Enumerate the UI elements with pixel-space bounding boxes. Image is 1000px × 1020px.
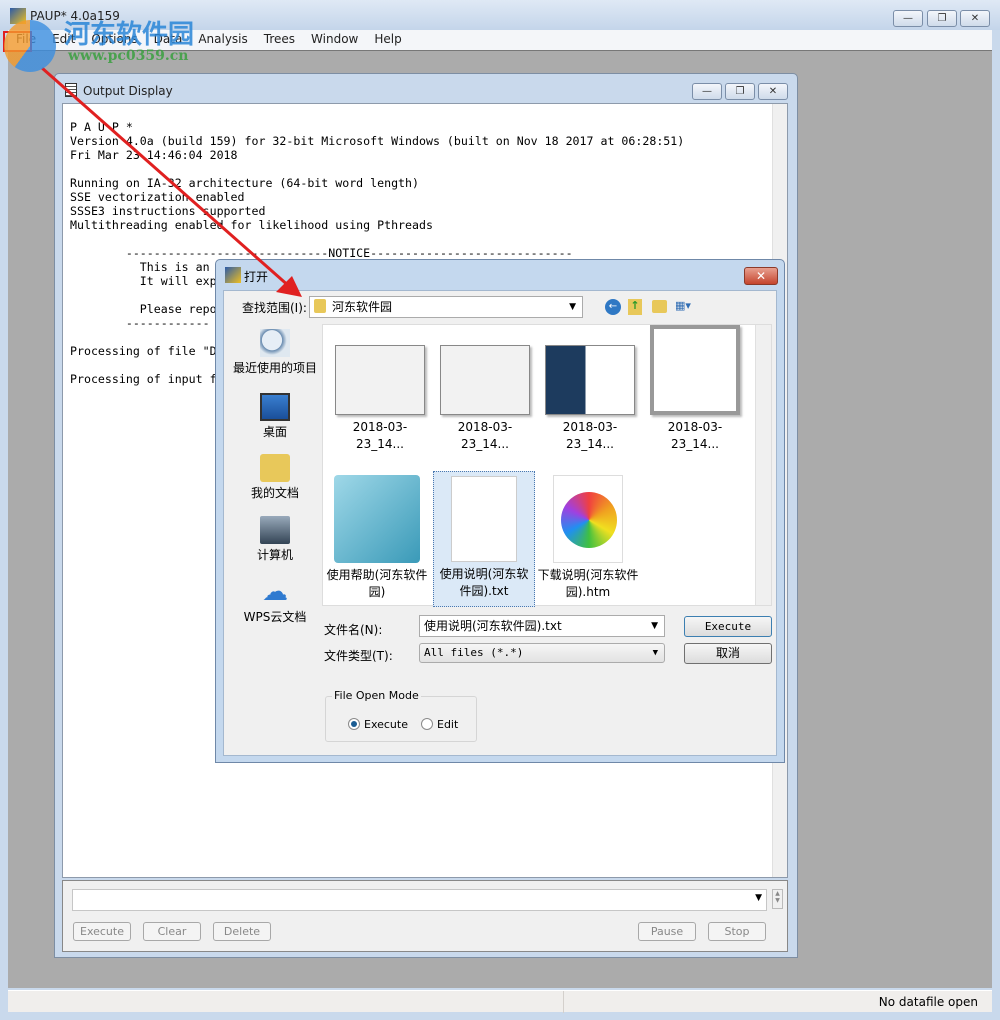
annotation-highlight-box <box>3 31 32 52</box>
annotation-overlay <box>3 31 302 297</box>
annotation-arrow <box>41 66 291 289</box>
